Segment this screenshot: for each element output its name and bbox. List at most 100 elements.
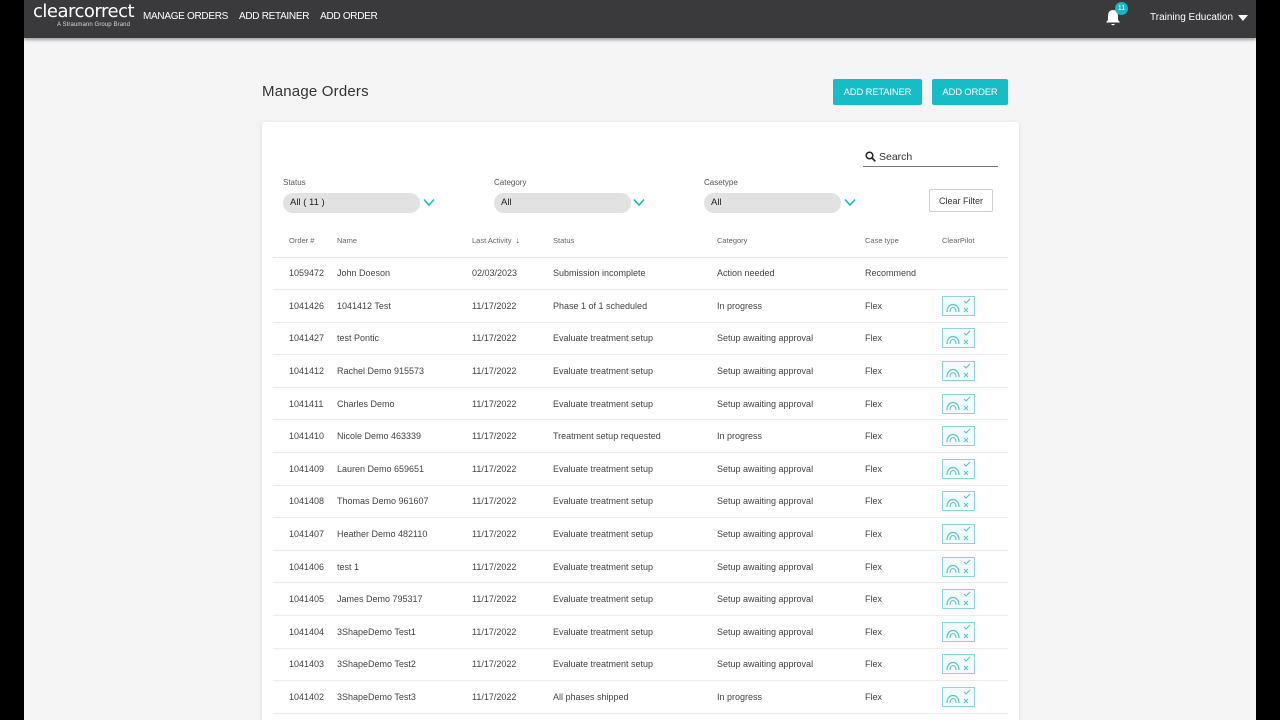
search-box[interactable] xyxy=(863,148,998,167)
col-name[interactable]: Name xyxy=(337,224,472,258)
clearpilot-cell xyxy=(942,550,1008,584)
clearpilot-icon[interactable] xyxy=(942,621,975,642)
table-row[interactable]: 1041405 James Demo 795317 11/17/2022 Evalua… xyxy=(273,582,1008,617)
patient-name[interactable]: test 1 xyxy=(337,550,472,584)
add-order-button[interactable]: ADD ORDER xyxy=(932,79,1008,105)
patient-name[interactable]: 1041412 Test xyxy=(337,289,472,323)
clearpilot-cell xyxy=(942,648,1008,682)
patient-name[interactable]: Nicole Demo 463339 xyxy=(337,419,472,454)
table-row[interactable]: 1041409 Lauren Demo 659651 11/17/2022 Evalu… xyxy=(273,452,1008,486)
order-number[interactable]: 1041408 xyxy=(273,485,337,519)
table-row[interactable]: 1041426 1041412 Test 11/17/2022 Phase 1 of … xyxy=(273,289,1008,323)
order-number[interactable]: 1041410 xyxy=(273,419,337,454)
clear-filter-button[interactable]: Clear Filter xyxy=(929,189,993,212)
clearpilot-icon[interactable] xyxy=(942,295,975,316)
app-window: clearcorrect A Straumann Group Brand MAN… xyxy=(24,0,1256,720)
patient-name[interactable]: Heather Demo 482110 xyxy=(337,517,472,551)
patient-name[interactable]: 3ShapeDemo Test1 xyxy=(337,615,472,649)
clearpilot-icon[interactable] xyxy=(942,524,975,545)
order-number[interactable]: 1041405 xyxy=(273,582,337,617)
order-status: Submission incomplete xyxy=(553,257,717,291)
patient-name[interactable]: Charles Demo xyxy=(337,387,472,421)
table-row[interactable]: 1041407 Heather Demo 482110 11/17/2022 Eval… xyxy=(273,517,1008,551)
clearpilot-cell xyxy=(942,615,1008,649)
table-row[interactable]: 1041403 3ShapeDemo Test2 11/17/2022 Evaluat… xyxy=(273,648,1008,682)
search-input[interactable] xyxy=(879,149,994,164)
category-filter-select[interactable]: All xyxy=(494,193,631,213)
case-type: Flex xyxy=(865,680,942,714)
table-row[interactable]: 1041427 test Pontic 11/17/2022 Evaluate tre… xyxy=(273,322,1008,356)
add-retainer-button[interactable]: ADD RETAINER xyxy=(833,79,922,105)
clearpilot-icon[interactable] xyxy=(942,361,975,382)
col-last-activity[interactable]: Last Activity ↓ xyxy=(472,224,553,258)
patient-name[interactable]: test Pontic xyxy=(337,322,472,356)
clearpilot-icon[interactable] xyxy=(942,556,975,577)
status-filter-select[interactable]: All ( 11 ) xyxy=(283,193,420,213)
clearpilot-icon[interactable] xyxy=(942,393,975,414)
search-icon xyxy=(865,151,876,162)
patient-name[interactable]: James Demo 795317 xyxy=(337,582,472,617)
clearpilot-icon[interactable] xyxy=(942,328,975,349)
clearpilot-icon[interactable] xyxy=(942,687,975,708)
last-activity-date: 11/17/2022 xyxy=(472,289,553,323)
order-number[interactable]: 1041427 xyxy=(273,322,337,356)
nav-add-retainer[interactable]: ADD RETAINER xyxy=(239,11,309,22)
col-clearpilot: ClearPilot xyxy=(942,224,1008,258)
order-number[interactable]: 1041412 xyxy=(273,354,337,388)
nav-add-order[interactable]: ADD ORDER xyxy=(320,11,378,22)
order-status: Evaluate treatment setup xyxy=(553,582,717,617)
patient-name[interactable]: 3ShapeDemo Test2 xyxy=(337,648,472,682)
order-number[interactable]: 1041407 xyxy=(273,517,337,551)
order-category: In progress xyxy=(717,419,865,454)
case-type: Flex xyxy=(865,322,942,356)
patient-name[interactable]: John Doeson xyxy=(337,257,472,291)
patient-name[interactable]: Rachel Demo 915573 xyxy=(337,354,472,388)
table-row[interactable]: 1041412 Rachel Demo 915573 11/17/2022 Evalu… xyxy=(273,354,1008,388)
nav-manage-orders[interactable]: MANAGE ORDERS xyxy=(143,11,228,22)
order-number[interactable]: 1059472 xyxy=(273,257,337,291)
table-row[interactable]: 1059472 John Doeson 02/03/2023 Submission i… xyxy=(273,257,1008,291)
status-filter-label: Status xyxy=(283,178,306,187)
table-row[interactable]: 1041406 test 1 11/17/2022 Evaluate treatmen… xyxy=(273,550,1008,584)
order-number[interactable]: 1041426 xyxy=(273,289,337,323)
clearcorrect-logo[interactable]: clearcorrect A Straumann Group Brand xyxy=(33,2,135,29)
user-menu[interactable]: Training Education xyxy=(1150,12,1233,23)
case-type: Flex xyxy=(865,387,942,421)
chevron-down-icon[interactable] xyxy=(423,198,435,207)
order-number[interactable]: 1041404 xyxy=(273,615,337,649)
table-row[interactable]: 1041402 3ShapeDemo Test3 11/17/2022 All pha… xyxy=(273,680,1008,714)
order-number[interactable]: 1041403 xyxy=(273,648,337,682)
clearpilot-icon[interactable] xyxy=(942,491,975,512)
order-category: Setup awaiting approval xyxy=(717,648,865,682)
chevron-down-icon[interactable] xyxy=(844,198,856,207)
clearpilot-icon[interactable] xyxy=(942,426,975,447)
order-category: Setup awaiting approval xyxy=(717,452,865,486)
col-status[interactable]: Status xyxy=(553,224,717,258)
patient-name[interactable]: Thomas Demo 961607 xyxy=(337,485,472,519)
casetype-filter-select[interactable]: All xyxy=(704,193,841,213)
table-row[interactable]: 1041410 Nicole Demo 463339 11/17/2022 Treat… xyxy=(273,419,1008,454)
table-row[interactable]: 1041411 Charles Demo 11/17/2022 Evaluate tr… xyxy=(273,387,1008,421)
clearpilot-icon[interactable] xyxy=(942,654,975,675)
order-number[interactable]: 1041402 xyxy=(273,680,337,714)
table-row[interactable]: 1041408 Thomas Demo 961607 11/17/2022 Evalu… xyxy=(273,485,1008,519)
table-row[interactable]: 1041404 3ShapeDemo Test1 11/17/2022 Evaluat… xyxy=(273,615,1008,649)
caret-down-icon[interactable] xyxy=(1238,15,1248,21)
order-category: Action needed xyxy=(717,257,865,291)
order-number[interactable]: 1041409 xyxy=(273,452,337,486)
order-number[interactable]: 1041406 xyxy=(273,550,337,584)
patient-name[interactable]: 3ShapeDemo Test3 xyxy=(337,680,472,714)
sort-arrow-down-icon[interactable]: ↓ xyxy=(516,236,520,245)
col-case-type[interactable]: Case type xyxy=(865,224,942,258)
col-order-number[interactable]: Order # xyxy=(273,224,337,258)
last-activity-date: 02/03/2023 xyxy=(472,257,553,291)
order-category: Setup awaiting approval xyxy=(717,615,865,649)
order-number[interactable]: 1041411 xyxy=(273,387,337,421)
patient-name[interactable]: Lauren Demo 659651 xyxy=(337,452,472,486)
order-status: Evaluate treatment setup xyxy=(553,322,717,356)
chevron-down-icon[interactable] xyxy=(633,198,645,207)
clearpilot-icon[interactable] xyxy=(942,458,975,479)
clearpilot-icon[interactable] xyxy=(942,589,975,610)
col-category[interactable]: Category xyxy=(717,224,865,258)
last-activity-date: 11/17/2022 xyxy=(472,648,553,682)
